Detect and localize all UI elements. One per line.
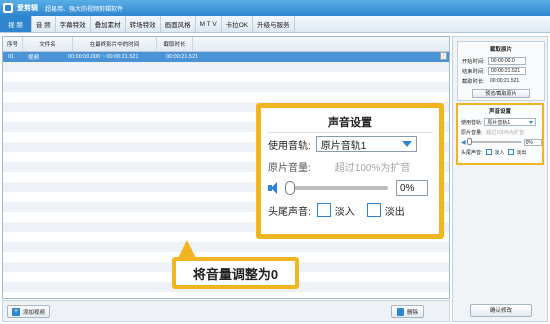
column-header-filename[interactable]: 文件名 bbox=[23, 37, 73, 51]
track-label: 使用音轨: bbox=[461, 119, 483, 126]
delete-button[interactable]: 删除 bbox=[391, 305, 425, 318]
end-time-field: 结束时间: 00:00:21.521 bbox=[458, 66, 544, 76]
duration-field: 截取时长: 00:00:21.521 bbox=[458, 76, 544, 86]
add-icon: + bbox=[12, 307, 20, 316]
track-select[interactable]: 原片音轨1 bbox=[484, 118, 537, 126]
bottom-toolbar: + 添加视频 删除 bbox=[2, 300, 450, 322]
tab-audio[interactable]: 音 频 bbox=[32, 16, 56, 32]
row-index: 01 bbox=[8, 54, 15, 60]
add-video-label: 添加视频 bbox=[23, 309, 46, 316]
zoom-track-row: 使用音轨: 原片音轨1 bbox=[261, 133, 439, 155]
fade-out-label: 淡出 bbox=[516, 149, 527, 156]
table-header: 序号 文件名 在最终影片中的时间 截取时长 bbox=[3, 37, 449, 52]
app-name: 爱剪辑 bbox=[17, 5, 38, 12]
row-edit-icon[interactable]: ⋮ bbox=[440, 52, 447, 60]
tab-mtv[interactable]: M T V bbox=[196, 16, 222, 32]
zoom-track-select[interactable]: 原片音轨1 bbox=[315, 136, 417, 152]
end-time-input[interactable]: 00:00:21.521 bbox=[488, 67, 526, 75]
zoom-volume-label: 原片音量: bbox=[268, 162, 311, 174]
start-time-input[interactable]: 00:00:00.0 bbox=[488, 57, 526, 65]
title-bar: 爱剪辑 超易用、强大的视频剪辑软件 bbox=[0, 0, 550, 16]
speaker-icon: ◀ bbox=[461, 139, 466, 146]
zoom-fade-in-label: 淡入 bbox=[334, 206, 355, 218]
zoom-slider-row: 0% bbox=[261, 177, 439, 199]
table-row[interactable]: 01 视频 00:00:00.000 ~ 00:00:21.521 00:00:… bbox=[3, 52, 449, 62]
app-slogan: 超易用、强大的视频剪辑软件 bbox=[45, 6, 124, 13]
start-time-label: 开始时间: bbox=[462, 59, 485, 65]
track-select-value: 原片音轨1 bbox=[487, 119, 511, 126]
volume-hint: 超过100%为扩音 bbox=[486, 129, 525, 136]
menu-bar: 视 频 音 频 字幕特效 叠加素材 转场特效 画面风格 M T V 卡拉OK 升… bbox=[0, 16, 550, 33]
column-header-time[interactable]: 在最终影片中的时间 bbox=[73, 37, 157, 51]
chevron-down-icon bbox=[529, 120, 534, 124]
clip-group-title: 截取原片 bbox=[489, 47, 512, 53]
column-header-duration[interactable]: 截取时长 bbox=[157, 37, 193, 51]
fade-in-checkbox[interactable] bbox=[486, 149, 493, 155]
fade-out-checkbox[interactable] bbox=[508, 149, 515, 155]
zoom-volume-hint: 超过100%为扩音 bbox=[334, 162, 411, 174]
fade-label: 头尾声音: bbox=[461, 149, 483, 156]
track-row: 使用音轨: 原片音轨1 bbox=[458, 117, 542, 127]
trash-icon bbox=[397, 307, 404, 316]
zoom-volume-row: 原片音量: 超过100%为扩音 bbox=[261, 155, 439, 177]
zoom-volume-knob[interactable] bbox=[285, 181, 295, 195]
callout-pointer bbox=[178, 240, 196, 258]
confirm-changes-button[interactable]: 确认修改 bbox=[470, 304, 532, 317]
volume-input[interactable]: 0% bbox=[523, 138, 542, 146]
tab-transitions[interactable]: 转场特效 bbox=[126, 16, 161, 32]
tab-subtitle-effects[interactable]: 字幕特效 bbox=[56, 16, 91, 32]
add-video-button[interactable]: + 添加视频 bbox=[7, 305, 51, 318]
app-logo-icon bbox=[3, 3, 13, 13]
zoom-fade-out-checkbox[interactable] bbox=[366, 203, 381, 217]
volume-slider-row: ◀ 0% bbox=[458, 137, 542, 147]
duration-value: 00:00:21.521 bbox=[490, 78, 520, 84]
clip-group: 截取原片 开始时间: 00:00:00.0 结束时间: 00:00:21.521… bbox=[457, 41, 545, 101]
volume-slider-knob[interactable] bbox=[466, 138, 472, 145]
row-duration: 00:00:21.521 bbox=[166, 54, 199, 60]
fade-row: 头尾声音: 淡入 淡出 bbox=[458, 147, 542, 157]
zoom-fade-in-checkbox[interactable] bbox=[316, 203, 331, 217]
end-time-label: 结束时间: bbox=[462, 69, 485, 75]
column-header-index[interactable]: 序号 bbox=[3, 37, 23, 51]
preview-clip-button[interactable]: 预览/截取原片 bbox=[472, 89, 530, 98]
zoom-title: 声音设置 bbox=[328, 117, 372, 129]
volume-slider[interactable] bbox=[466, 138, 521, 145]
tab-video[interactable]: 视 频 bbox=[0, 16, 32, 32]
zoom-track-label: 使用音轨: bbox=[268, 140, 311, 152]
delete-label: 删除 bbox=[407, 309, 419, 316]
volume-row: 原片音量: 超过100%为扩音 bbox=[458, 127, 542, 137]
speaker-icon bbox=[268, 182, 282, 194]
fade-in-label: 淡入 bbox=[494, 149, 505, 156]
zoom-fade-out-label: 淡出 bbox=[384, 206, 405, 218]
duration-label: 截取时长: bbox=[462, 79, 485, 85]
tab-upgrade[interactable]: 升级与服务 bbox=[253, 16, 295, 32]
start-time-field: 开始时间: 00:00:00.0 bbox=[458, 56, 544, 66]
volume-label: 原片音量: bbox=[461, 129, 483, 136]
zoom-volume-slider[interactable] bbox=[285, 181, 388, 195]
sound-settings-zoom: 声音设置 使用音轨: 原片音轨1 原片音量: 超过100%为扩音 0% 头尾声音… bbox=[256, 103, 444, 239]
row-time: 00:00:00.000 ~ 00:00:21.521 bbox=[68, 54, 139, 60]
zoom-track-value: 原片音轨1 bbox=[320, 140, 367, 152]
instruction-callout: 将音量调整为0 bbox=[172, 257, 299, 289]
sound-settings-panel: 声音设置 使用音轨: 原片音轨1 原片音量: 超过100%为扩音 ◀ 0% 头尾… bbox=[456, 103, 544, 165]
tab-karaoke[interactable]: 卡拉OK bbox=[222, 16, 254, 32]
row-filename: 视频 bbox=[28, 55, 40, 61]
right-settings-panel: 截取原片 开始时间: 00:00:00.0 结束时间: 00:00:21.521… bbox=[452, 36, 548, 322]
zoom-volume-input[interactable]: 0% bbox=[396, 180, 428, 196]
zoom-fade-label: 头尾声音: bbox=[268, 206, 311, 218]
sound-settings-title: 声音设置 bbox=[488, 109, 511, 115]
chevron-down-icon bbox=[401, 141, 412, 147]
tab-overlay[interactable]: 叠加素材 bbox=[91, 16, 126, 32]
zoom-fade-row: 头尾声音: 淡入 淡出 bbox=[261, 199, 439, 221]
tab-picture-style[interactable]: 画面风格 bbox=[161, 16, 196, 32]
